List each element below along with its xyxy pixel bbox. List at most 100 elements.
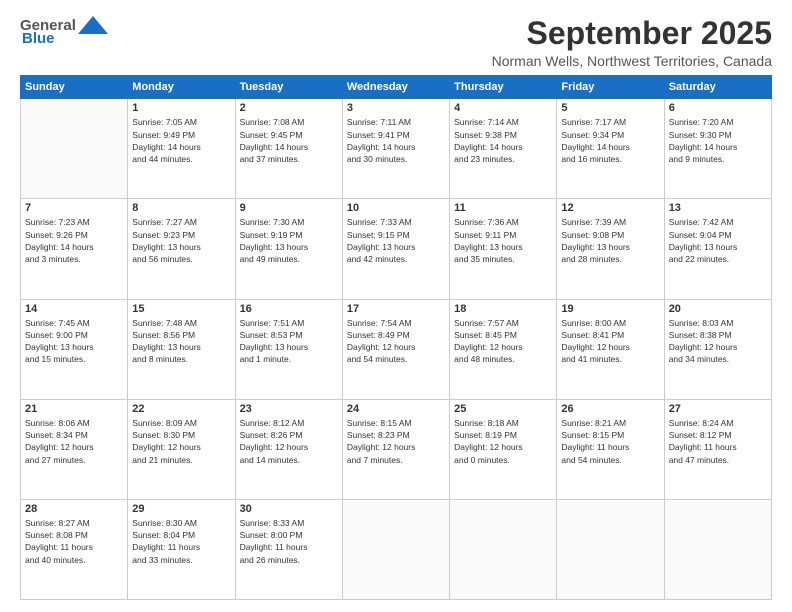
table-cell: 23 Sunrise: 8:12 AMSunset: 8:26 PMDayligh… — [235, 399, 342, 499]
col-wednesday: Wednesday — [342, 76, 449, 99]
day-number: 19 — [561, 303, 659, 315]
table-cell: 26 Sunrise: 8:21 AMSunset: 8:15 PMDayligh… — [557, 399, 664, 499]
day-info: Sunrise: 7:05 AMSunset: 9:49 PMDaylight:… — [132, 116, 230, 165]
day-info: Sunrise: 8:21 AMSunset: 8:15 PMDaylight:… — [561, 417, 659, 466]
table-cell — [664, 499, 771, 599]
table-cell: 18 Sunrise: 7:57 AMSunset: 8:45 PMDayligh… — [450, 299, 557, 399]
table-cell: 13 Sunrise: 7:42 AMSunset: 9:04 PMDayligh… — [664, 199, 771, 299]
day-number: 17 — [347, 303, 445, 315]
day-number: 24 — [347, 403, 445, 415]
day-info: Sunrise: 7:57 AMSunset: 8:45 PMDaylight:… — [454, 317, 552, 366]
day-number: 20 — [669, 303, 767, 315]
day-number: 11 — [454, 202, 552, 214]
day-info: Sunrise: 8:24 AMSunset: 8:12 PMDaylight:… — [669, 417, 767, 466]
day-info: Sunrise: 7:20 AMSunset: 9:30 PMDaylight:… — [669, 116, 767, 165]
table-cell: 25Sunrise: 8:18 AMSunset: 8:19 PMDayligh… — [450, 399, 557, 499]
day-info: Sunrise: 7:54 AMSunset: 8:49 PMDaylight:… — [347, 317, 445, 366]
page: General Blue September 2025 Norman Wells… — [0, 0, 792, 612]
table-cell: 21 Sunrise: 8:06 AMSunset: 8:34 PMDayligh… — [21, 399, 128, 499]
day-number: 5 — [561, 102, 659, 114]
table-cell: 2Sunrise: 7:08 AMSunset: 9:45 PMDaylight… — [235, 99, 342, 199]
day-number: 23 — [240, 403, 338, 415]
day-number: 3 — [347, 102, 445, 114]
day-number: 22 — [132, 403, 230, 415]
day-number: 8 — [132, 202, 230, 214]
day-number: 28 — [25, 503, 123, 515]
day-number: 12 — [561, 202, 659, 214]
col-saturday: Saturday — [664, 76, 771, 99]
logo: General Blue — [20, 16, 108, 47]
day-number: 6 — [669, 102, 767, 114]
day-info: Sunrise: 8:33 AMSunset: 8:00 PMDaylight:… — [240, 517, 338, 566]
table-cell: 19Sunrise: 8:00 AMSunset: 8:41 PMDayligh… — [557, 299, 664, 399]
table-cell: 24Sunrise: 8:15 AMSunset: 8:23 PMDayligh… — [342, 399, 449, 499]
day-number: 9 — [240, 202, 338, 214]
col-sunday: Sunday — [21, 76, 128, 99]
day-number: 14 — [25, 303, 123, 315]
header: General Blue September 2025 Norman Wells… — [20, 16, 772, 69]
table-cell: 16Sunrise: 7:51 AMSunset: 8:53 PMDayligh… — [235, 299, 342, 399]
day-info: Sunrise: 7:42 AMSunset: 9:04 PMDaylight:… — [669, 216, 767, 265]
day-info: Sunrise: 7:30 AMSunset: 9:19 PMDaylight:… — [240, 216, 338, 265]
day-info: Sunrise: 7:23 AMSunset: 9:26 PMDaylight:… — [25, 216, 123, 265]
day-info: Sunrise: 8:12 AMSunset: 8:26 PMDaylight:… — [240, 417, 338, 466]
table-cell: 3 Sunrise: 7:11 AMSunset: 9:41 PMDaylight… — [342, 99, 449, 199]
table-cell — [557, 499, 664, 599]
week-row-5: 28 Sunrise: 8:27 AMSunset: 8:08 PMDayligh… — [21, 499, 772, 599]
table-cell: 29 Sunrise: 8:30 AMSunset: 8:04 PMDayligh… — [128, 499, 235, 599]
day-info: Sunrise: 8:27 AMSunset: 8:08 PMDaylight:… — [25, 517, 123, 566]
day-number: 2 — [240, 102, 338, 114]
day-number: 18 — [454, 303, 552, 315]
day-number: 7 — [25, 202, 123, 214]
table-cell: 4Sunrise: 7:14 AMSunset: 9:38 PMDaylight… — [450, 99, 557, 199]
table-cell: 10 Sunrise: 7:33 AMSunset: 9:15 PMDayligh… — [342, 199, 449, 299]
table-cell: 15 Sunrise: 7:48 AMSunset: 8:56 PMDayligh… — [128, 299, 235, 399]
day-number: 10 — [347, 202, 445, 214]
day-info: Sunrise: 8:09 AMSunset: 8:30 PMDaylight:… — [132, 417, 230, 466]
table-cell: 6 Sunrise: 7:20 AMSunset: 9:30 PMDaylight… — [664, 99, 771, 199]
week-row-4: 21 Sunrise: 8:06 AMSunset: 8:34 PMDayligh… — [21, 399, 772, 499]
calendar-header-row: Sunday Monday Tuesday Wednesday Thursday… — [21, 76, 772, 99]
day-info: Sunrise: 8:03 AMSunset: 8:38 PMDaylight:… — [669, 317, 767, 366]
day-info: Sunrise: 7:51 AMSunset: 8:53 PMDaylight:… — [240, 317, 338, 366]
day-number: 30 — [240, 503, 338, 515]
calendar: Sunday Monday Tuesday Wednesday Thursday… — [20, 75, 772, 600]
table-cell — [450, 499, 557, 599]
month-title: September 2025 — [492, 16, 772, 51]
day-number: 15 — [132, 303, 230, 315]
col-monday: Monday — [128, 76, 235, 99]
day-info: Sunrise: 7:36 AMSunset: 9:11 PMDaylight:… — [454, 216, 552, 265]
day-number: 27 — [669, 403, 767, 415]
table-cell: 1 Sunrise: 7:05 AMSunset: 9:49 PMDaylight… — [128, 99, 235, 199]
day-info: Sunrise: 8:18 AMSunset: 8:19 PMDaylight:… — [454, 417, 552, 466]
table-cell — [342, 499, 449, 599]
table-cell: 11 Sunrise: 7:36 AMSunset: 9:11 PMDayligh… — [450, 199, 557, 299]
day-info: Sunrise: 7:48 AMSunset: 8:56 PMDaylight:… — [132, 317, 230, 366]
table-cell: 14 Sunrise: 7:45 AMSunset: 9:00 PMDayligh… — [21, 299, 128, 399]
table-cell: 17 Sunrise: 7:54 AMSunset: 8:49 PMDayligh… — [342, 299, 449, 399]
col-thursday: Thursday — [450, 76, 557, 99]
table-cell: 9 Sunrise: 7:30 AMSunset: 9:19 PMDaylight… — [235, 199, 342, 299]
table-cell — [21, 99, 128, 199]
table-cell: 7 Sunrise: 7:23 AMSunset: 9:26 PMDaylight… — [21, 199, 128, 299]
day-number: 21 — [25, 403, 123, 415]
col-friday: Friday — [557, 76, 664, 99]
day-info: Sunrise: 7:17 AMSunset: 9:34 PMDaylight:… — [561, 116, 659, 165]
day-number: 26 — [561, 403, 659, 415]
day-info: Sunrise: 8:06 AMSunset: 8:34 PMDaylight:… — [25, 417, 123, 466]
day-number: 13 — [669, 202, 767, 214]
logo-blue: Blue — [22, 30, 55, 47]
table-cell: 20 Sunrise: 8:03 AMSunset: 8:38 PMDayligh… — [664, 299, 771, 399]
table-cell: 22 Sunrise: 8:09 AMSunset: 8:30 PMDayligh… — [128, 399, 235, 499]
day-info: Sunrise: 7:11 AMSunset: 9:41 PMDaylight:… — [347, 116, 445, 165]
week-row-2: 7 Sunrise: 7:23 AMSunset: 9:26 PMDaylight… — [21, 199, 772, 299]
day-info: Sunrise: 7:27 AMSunset: 9:23 PMDaylight:… — [132, 216, 230, 265]
day-info: Sunrise: 7:45 AMSunset: 9:00 PMDaylight:… — [25, 317, 123, 366]
day-number: 1 — [132, 102, 230, 114]
day-number: 29 — [132, 503, 230, 515]
day-number: 4 — [454, 102, 552, 114]
week-row-1: 1 Sunrise: 7:05 AMSunset: 9:49 PMDaylight… — [21, 99, 772, 199]
day-info: Sunrise: 8:30 AMSunset: 8:04 PMDaylight:… — [132, 517, 230, 566]
table-cell: 5 Sunrise: 7:17 AMSunset: 9:34 PMDaylight… — [557, 99, 664, 199]
day-info: Sunrise: 7:33 AMSunset: 9:15 PMDaylight:… — [347, 216, 445, 265]
